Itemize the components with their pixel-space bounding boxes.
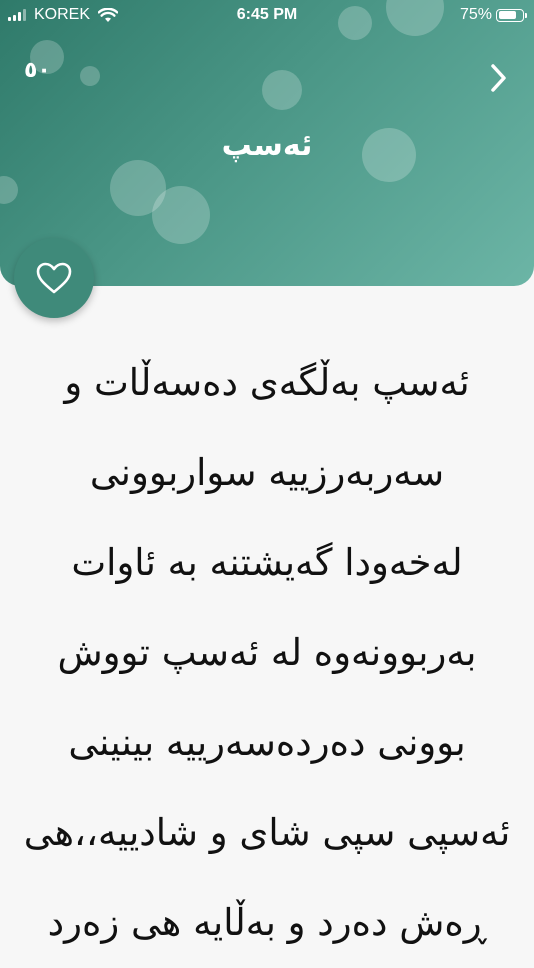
battery-icon [496,8,527,22]
poem-number: ٥٠ [24,58,51,83]
poem-line: ئەسپ بەڵگەی دەسەڵات و [64,361,470,404]
poem-header: KOREK 6:45 PM 75% ٥٠ ئەسپ [0,0,534,286]
poem-line: سەربەرزییە سواربوونی [89,451,445,494]
chevron-right-icon [491,64,506,92]
poem-line: بەربوونەوە لە ئەسپ تووش [57,631,477,674]
poem-line: بوونی دەردەسەرییە بینینی [68,721,466,764]
poem-line: لەخەودا گەیشتنە بە ئاوات [71,541,463,584]
decorative-bubble [262,70,302,110]
poem-line: ئەسپی سپی شای و شادییە،،هی [23,811,511,854]
status-time: 6:45 PM [236,6,298,23]
battery-fill [498,11,516,19]
poem-body: ئەسپ بەڵگەی دەسەڵات و سەربەرزییە سواربوو… [0,338,534,968]
next-button[interactable] [482,60,514,96]
decorative-bubble [152,186,210,244]
poem-title: ئەسپ [221,128,313,163]
battery-percent: 75% [459,6,492,23]
decorative-bubble [80,66,100,86]
favorite-button[interactable] [14,238,94,318]
heart-icon [36,262,72,294]
decorative-bubble [0,176,18,204]
status-right: 75% [459,6,527,24]
status-bar: KOREK 6:45 PM 75% [0,0,534,32]
poem-line: ڕەش دەرد و بەڵایە هی زەرد [47,901,487,944]
